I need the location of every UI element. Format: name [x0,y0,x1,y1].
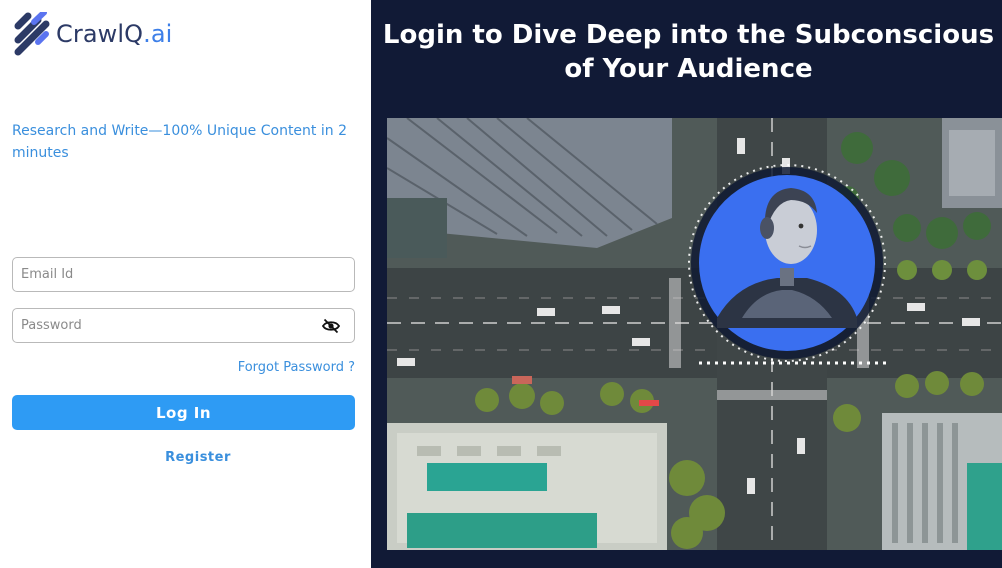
aerial-city-image [387,118,1002,550]
brand-logo[interactable]: CrawlQ.ai [12,12,172,56]
login-panel: CrawlQ.ai Research and Write—100% Unique… [0,0,371,568]
crawlq-logo-icon [14,12,50,56]
hero-panel: Login to Dive Deep into the Subconscious… [371,0,1002,568]
brand-name-suffix: .ai [143,20,173,48]
hero-title: Login to Dive Deep into the Subconscious… [382,20,995,84]
brand-name: CrawlQ.ai [56,20,172,48]
login-button[interactable]: Log In [12,395,355,430]
password-field-wrapper [12,308,355,343]
brand-name-main: CrawlQ [56,20,144,48]
email-field[interactable] [13,258,354,291]
register-link[interactable]: Register [0,450,396,465]
forgot-password-link[interactable]: Forgot Password ? [238,360,355,375]
email-field-wrapper [12,257,355,292]
eye-slash-icon[interactable] [321,318,341,334]
tagline: Research and Write—100% Unique Content i… [12,123,347,161]
password-field[interactable] [13,309,354,342]
